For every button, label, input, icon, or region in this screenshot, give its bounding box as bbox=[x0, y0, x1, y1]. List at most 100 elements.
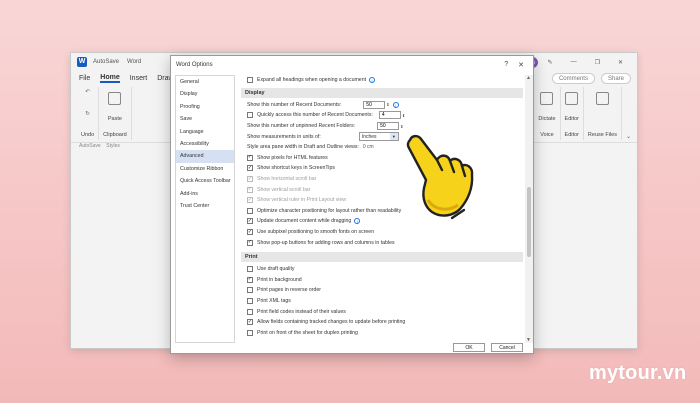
units-select[interactable]: Inches ▼ bbox=[358, 132, 399, 142]
spinner-arrows-icon[interactable]: ⬍ bbox=[386, 102, 389, 107]
checkbox[interactable] bbox=[247, 329, 253, 336]
option-row[interactable]: ✓ Update document content while dragging i bbox=[241, 216, 523, 227]
category-trust-center[interactable]: Trust Center bbox=[176, 200, 234, 212]
option-row[interactable]: Optimize character positioning for layou… bbox=[241, 206, 523, 217]
cancel-button[interactable]: Cancel bbox=[491, 342, 523, 352]
option-row[interactable]: Print on front of the sheet for duplex p… bbox=[241, 327, 523, 338]
reuse-files-icon[interactable] bbox=[595, 92, 609, 105]
reuse-files-label: Reuse Files bbox=[587, 132, 617, 138]
checkbox: ✓ bbox=[247, 196, 253, 204]
checkbox[interactable] bbox=[247, 308, 253, 315]
option-row[interactable]: Use draft quality bbox=[241, 264, 523, 275]
checkbox[interactable]: ✓ bbox=[247, 276, 253, 283]
style-area-width-input[interactable]: 0 cm bbox=[363, 143, 399, 151]
menu-insert[interactable]: Insert bbox=[130, 75, 148, 82]
recent-documents-input[interactable] bbox=[363, 100, 386, 109]
checkbox[interactable]: ✓ bbox=[247, 239, 253, 246]
option-row[interactable]: ✓ Show pop-up buttons for adding rows and… bbox=[241, 237, 523, 248]
checkbox: ✓ bbox=[247, 186, 253, 193]
spinner-arrows-icon[interactable]: ⬍ bbox=[402, 113, 405, 118]
autosave-label[interactable]: AutoSave bbox=[93, 59, 119, 65]
dialog-close-icon[interactable]: ✕ bbox=[518, 61, 524, 69]
pointing-hand-icon bbox=[406, 134, 474, 220]
option-row[interactable]: Print field codes instead of their value… bbox=[241, 306, 523, 317]
checkbox[interactable] bbox=[247, 77, 253, 84]
category-add-ins[interactable]: Add-ins bbox=[176, 188, 234, 200]
microphone-icon[interactable] bbox=[540, 92, 554, 105]
dialog-body: General Display Proofing Save Language A… bbox=[171, 73, 533, 343]
editor-sub-label[interactable]: Editor bbox=[565, 116, 579, 122]
ribbon-collapse-icon[interactable]: ⌄ bbox=[622, 133, 631, 140]
option-label: Print field codes instead of their value… bbox=[257, 308, 346, 315]
category-quick-access-toolbar[interactable]: Quick Access Toolbar bbox=[176, 175, 234, 187]
option-label: Allow fields containing tracked changes … bbox=[257, 319, 406, 326]
ok-button[interactable]: OK bbox=[453, 342, 485, 352]
chevron-down-icon[interactable]: ▼ bbox=[389, 133, 398, 141]
option-expand-headings[interactable]: Expand all headings when opening a docum… bbox=[241, 75, 523, 86]
paste-icon[interactable] bbox=[108, 92, 122, 105]
qa-styles[interactable]: Styles bbox=[106, 143, 120, 149]
minimize-icon[interactable]: — bbox=[571, 59, 577, 65]
undo-icon[interactable]: ↶ bbox=[85, 89, 90, 95]
menu-file[interactable]: File bbox=[79, 75, 90, 82]
option-label: Use draft quality bbox=[257, 266, 295, 273]
help-icon[interactable]: ? bbox=[504, 61, 508, 69]
brand-watermark: mytour.vn bbox=[589, 362, 687, 384]
option-unpinned-folders: Show this number of unpinned Recent Fold… bbox=[241, 121, 523, 132]
checkbox[interactable]: ✓ bbox=[247, 154, 253, 161]
dialog-title: Word Options bbox=[176, 61, 213, 68]
category-general[interactable]: General bbox=[176, 76, 234, 88]
pen-icon[interactable]: ✎ bbox=[548, 59, 553, 66]
option-row: ✓ Show vertical ruler in Print Layout vie… bbox=[241, 195, 523, 206]
option-label: Show pop-up buttons for adding rows and … bbox=[257, 239, 395, 246]
checkbox[interactable] bbox=[247, 287, 253, 294]
checkbox: ✓ bbox=[247, 175, 253, 183]
checkbox[interactable] bbox=[247, 112, 253, 119]
option-row[interactable]: Print XML tags bbox=[241, 296, 523, 307]
option-row: ✓ Show vertical scroll bar bbox=[241, 184, 523, 195]
unpinned-folders-input[interactable] bbox=[377, 122, 400, 131]
checkbox[interactable] bbox=[247, 297, 253, 304]
checkbox[interactable] bbox=[247, 266, 253, 273]
quick-access-input[interactable] bbox=[378, 111, 401, 120]
share-button[interactable]: Share bbox=[600, 72, 631, 84]
option-row[interactable]: ✓ Show pixels for HTML features bbox=[241, 153, 523, 164]
window-close-icon[interactable]: ✕ bbox=[618, 59, 623, 66]
option-measurement-units: Show measurements in units of: Inches ▼ bbox=[241, 131, 523, 142]
option-quick-access-recent[interactable]: Quickly access this number of Recent Doc… bbox=[241, 110, 523, 121]
option-label: Print in background bbox=[257, 276, 302, 283]
option-row[interactable]: ✓ Allow fields containing tracked changes… bbox=[241, 317, 523, 328]
checkbox[interactable]: ✓ bbox=[247, 319, 253, 326]
spinner-arrows-icon[interactable]: ⬍ bbox=[400, 124, 403, 129]
checkbox[interactable]: ✓ bbox=[247, 165, 253, 172]
redo-icon[interactable]: ↻ bbox=[85, 111, 90, 117]
checkbox[interactable]: ✓ bbox=[247, 229, 253, 236]
ribbon-group-clipboard: Paste Clipboard bbox=[99, 87, 132, 140]
option-row[interactable]: ✓ Print in background bbox=[241, 275, 523, 286]
category-advanced[interactable]: Advanced bbox=[176, 150, 234, 163]
qa-autosave[interactable]: AutoSave bbox=[79, 143, 101, 149]
dialog-scrollbar[interactable]: ▲ ▼ bbox=[525, 75, 533, 343]
option-row[interactable]: ✓ Show shortcut keys in ScreenTips bbox=[241, 163, 523, 174]
restore-icon[interactable]: ❐ bbox=[595, 59, 600, 66]
category-display[interactable]: Display bbox=[176, 88, 234, 100]
category-save[interactable]: Save bbox=[176, 113, 234, 125]
checkbox[interactable]: ✓ bbox=[247, 218, 253, 225]
dictate-label[interactable]: Dictate bbox=[538, 116, 555, 122]
paste-label[interactable]: Paste bbox=[108, 116, 122, 122]
category-language[interactable]: Language bbox=[176, 126, 234, 138]
menu-home[interactable]: Home bbox=[100, 74, 120, 83]
category-accessibility[interactable]: Accessibility bbox=[176, 138, 234, 150]
option-label: Show horizontal scroll bar bbox=[257, 176, 317, 183]
options-content: Expand all headings when opening a docum… bbox=[241, 75, 523, 343]
checkbox[interactable] bbox=[247, 207, 253, 214]
option-row[interactable]: ✓ Use subpixel positioning to smooth font… bbox=[241, 227, 523, 238]
editor-icon[interactable] bbox=[565, 92, 579, 105]
category-proofing[interactable]: Proofing bbox=[176, 101, 234, 113]
category-list: General Display Proofing Save Language A… bbox=[175, 75, 235, 343]
category-customize-ribbon[interactable]: Customize Ribbon bbox=[176, 163, 234, 175]
option-row[interactable]: Print pages in reverse order bbox=[241, 285, 523, 296]
scroll-up-icon[interactable]: ▲ bbox=[526, 75, 531, 81]
comments-button[interactable]: Comments bbox=[551, 72, 595, 84]
scroll-thumb[interactable] bbox=[527, 187, 531, 257]
